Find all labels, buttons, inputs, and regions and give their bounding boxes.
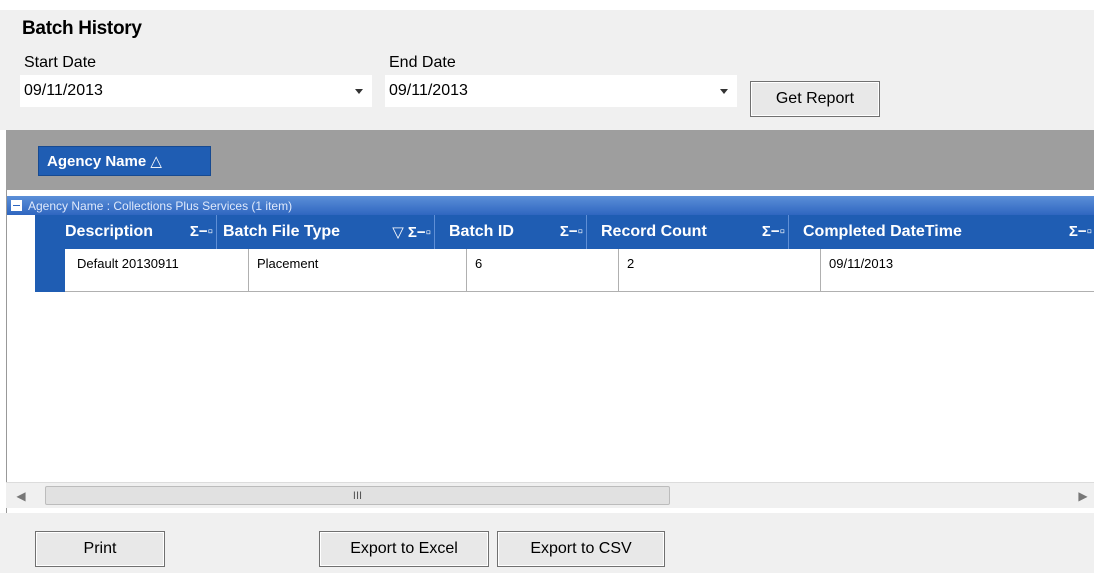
cell-batch-id[interactable]: 6 xyxy=(467,249,619,292)
group-row-label: Agency Name : Collections Plus Services … xyxy=(28,198,293,213)
sum-pin-icon[interactable]: Σ−▫ xyxy=(560,223,583,240)
column-header-batch-file-type[interactable]: Batch File Type ▽ Σ−▫ xyxy=(217,215,435,249)
collapse-icon[interactable] xyxy=(11,200,22,211)
column-header-completed-datetime[interactable]: Completed DateTime Σ−▫ xyxy=(789,215,1094,249)
sum-pin-icon[interactable]: Σ−▫ xyxy=(190,223,213,240)
group-by-agency-name-chip[interactable]: Agency Name △ xyxy=(38,146,211,176)
sum-pin-icon[interactable]: Σ−▫ xyxy=(1069,223,1092,240)
start-date-picker[interactable]: 09/11/2013 xyxy=(20,75,372,107)
sum-pin-icon[interactable]: Σ−▫ xyxy=(762,223,785,240)
cell-completed-datetime[interactable]: 09/11/2013 xyxy=(821,249,1094,292)
horizontal-scrollbar[interactable]: ◀ III ▶ xyxy=(6,482,1094,508)
column-header-row: Description Σ−▫ Batch File Type ▽ Σ−▫ Ba… xyxy=(35,215,1094,249)
action-bar: Print Export to Excel Export to CSV xyxy=(0,513,1094,573)
export-to-excel-button[interactable]: Export to Excel xyxy=(319,531,489,567)
column-header-batch-id[interactable]: Batch ID Σ−▫ xyxy=(435,215,587,249)
end-date-picker[interactable]: 09/11/2013 xyxy=(385,75,737,107)
get-report-button[interactable]: Get Report xyxy=(750,81,880,117)
export-to-csv-button[interactable]: Export to CSV xyxy=(497,531,665,567)
scroll-right-icon[interactable]: ▶ xyxy=(1076,487,1090,505)
page-title: Batch History xyxy=(22,18,142,39)
print-button[interactable]: Print xyxy=(35,531,165,567)
end-date-label: End Date xyxy=(389,54,456,71)
end-date-value[interactable]: 09/11/2013 xyxy=(386,82,712,100)
table-row[interactable]: Default 20130911 Placement 6 2 09/11/201… xyxy=(65,249,1094,292)
scroll-left-icon[interactable]: ◀ xyxy=(12,487,30,505)
chevron-down-icon[interactable] xyxy=(712,76,736,106)
cell-description[interactable]: Default 20130911 xyxy=(65,249,249,292)
column-header-record-count[interactable]: Record Count Σ−▫ xyxy=(587,215,789,249)
batch-history-grid: Agency Name : Collections Plus Services … xyxy=(6,190,1094,513)
chevron-down-icon[interactable] xyxy=(347,76,371,106)
group-row[interactable]: Agency Name : Collections Plus Services … xyxy=(7,196,1094,215)
cell-record-count[interactable]: 2 xyxy=(619,249,821,292)
group-by-panel: Agency Name △ xyxy=(6,130,1094,190)
start-date-label: Start Date xyxy=(24,54,97,71)
cell-batch-file-type[interactable]: Placement xyxy=(249,249,467,292)
column-header-description[interactable]: Description Σ−▫ xyxy=(35,215,217,249)
scrollbar-thumb[interactable]: III xyxy=(45,486,670,505)
filter-panel: Batch History Start Date 09/11/2013 End … xyxy=(0,0,1094,130)
scrollbar-grip: III xyxy=(352,489,363,502)
start-date-value[interactable]: 09/11/2013 xyxy=(21,82,347,100)
filter-sum-pin-icon[interactable]: ▽ Σ−▫ xyxy=(392,223,431,241)
row-selector[interactable] xyxy=(35,249,65,292)
